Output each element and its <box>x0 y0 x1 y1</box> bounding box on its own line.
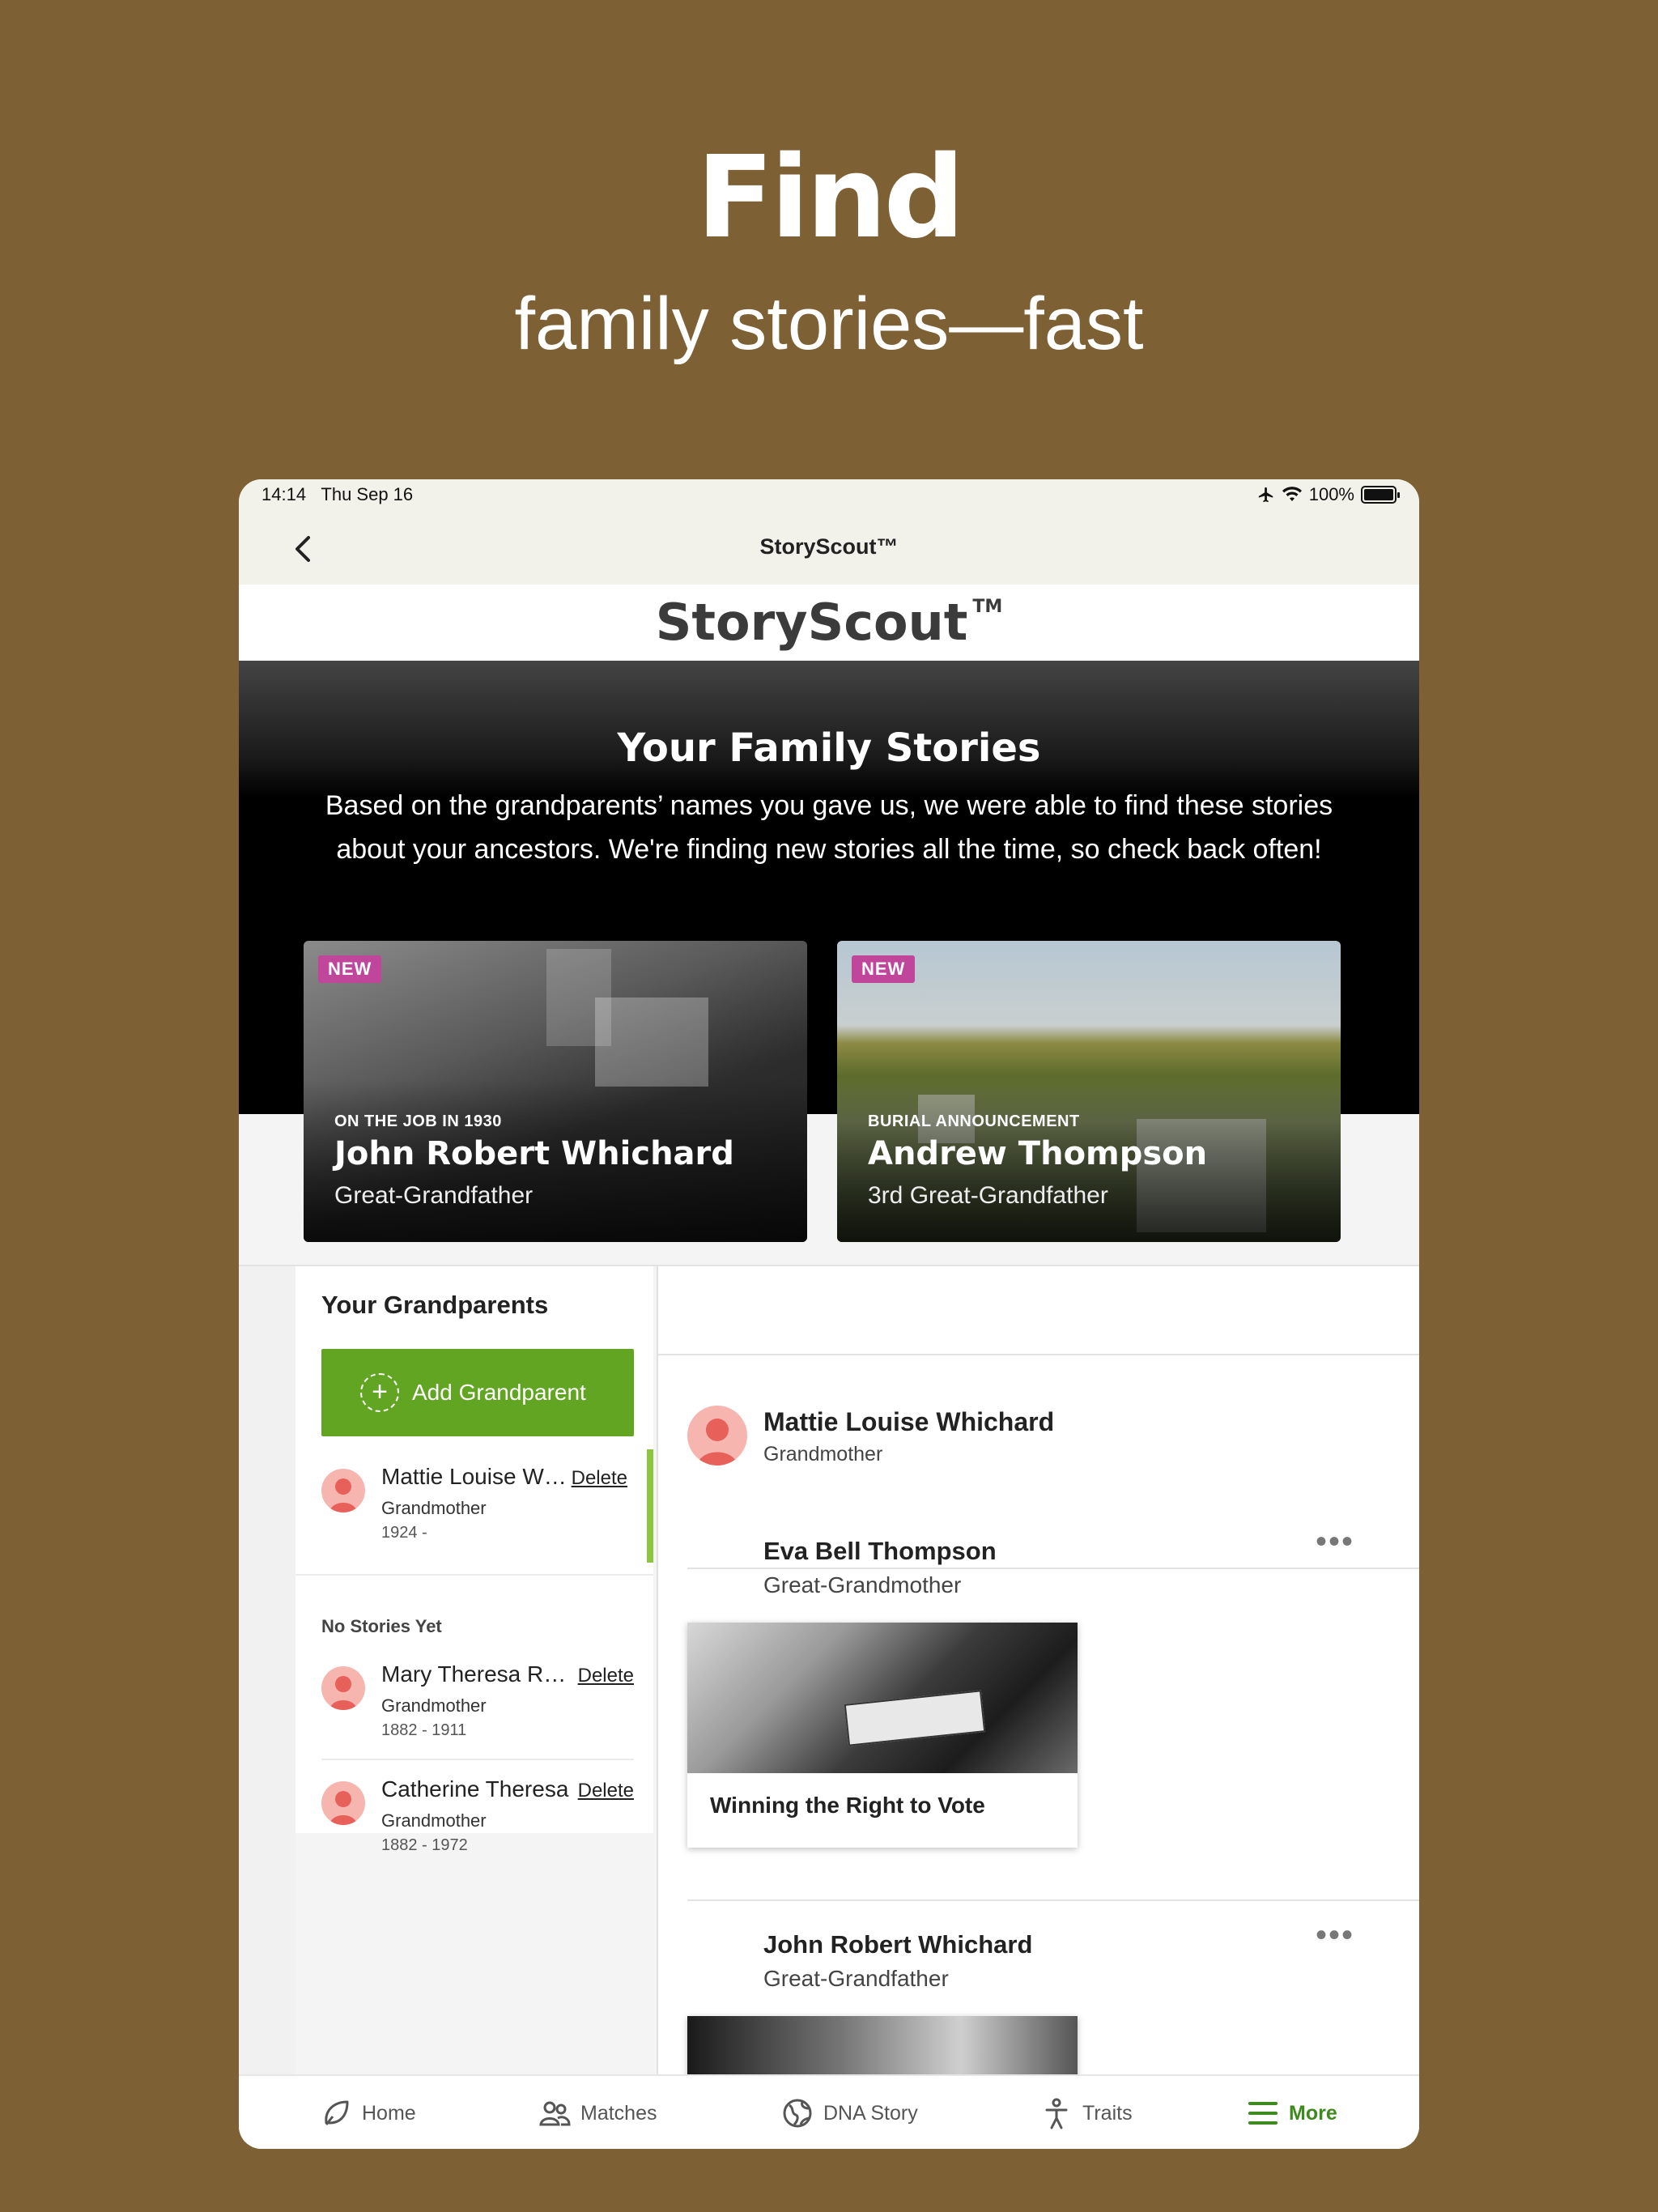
delete-link[interactable]: Delete <box>578 1665 634 1687</box>
tab-label: More <box>1289 2101 1337 2125</box>
avatar-icon <box>321 1666 365 1710</box>
row-divider <box>321 1759 634 1760</box>
story-ancestor-name: Andrew Thompson <box>868 1135 1208 1172</box>
tab-bar: Home Matches DNA Story Traits More <box>239 2074 1419 2149</box>
ancestor-name: Eva Bell Thompson <box>763 1537 997 1565</box>
grandparent-years: 1882 - 1972 <box>381 1836 468 1854</box>
avatar-icon <box>687 1406 747 1465</box>
suffrage-photo <box>687 1623 1078 1773</box>
promo-subtitle: family stories—fast <box>514 283 1144 365</box>
more-options-icon[interactable]: ••• <box>1316 1919 1354 1951</box>
wifi-icon <box>1282 487 1302 501</box>
grandparent-relation: Grandmother <box>381 1695 487 1716</box>
menu-icon <box>1248 2102 1278 2125</box>
add-grandparent-label: Add Grandparent <box>412 1380 586 1405</box>
tab-matches[interactable]: Matches <box>538 2097 657 2129</box>
status-date: Thu Sep 16 <box>321 484 414 504</box>
grandparents-panel: Your Grandparents + Add Grandparent Matt… <box>295 1266 653 1854</box>
logo-text: StoryScout <box>655 593 968 652</box>
more-options-icon[interactable]: ••• <box>1316 1525 1354 1558</box>
avatar-icon <box>321 1781 365 1825</box>
person-icon <box>1045 2098 1068 2129</box>
grandparent-name: Catherine Theresa <box>381 1776 569 1802</box>
story-thumbnail[interactable]: Winning the Right to Vote <box>687 1623 1078 1848</box>
grandparent-relation: Grandmother <box>381 1810 487 1831</box>
new-badge: NEW <box>852 955 916 983</box>
add-grandparent-button[interactable]: + Add Grandparent <box>321 1349 634 1436</box>
ancestor-relation: Great-Grandfather <box>763 1966 949 1991</box>
avatar-icon <box>321 1469 365 1512</box>
detail-top-divider <box>658 1354 1419 1355</box>
story-relation: Great-Grandfather <box>334 1182 534 1209</box>
ancestor-relation: Great-Grandmother <box>763 1572 962 1597</box>
selected-grandparent-relation: Grandmother <box>763 1443 883 1465</box>
story-thumbnail[interactable] <box>687 2016 1078 2076</box>
people-icon <box>539 2101 571 2126</box>
tab-label: Matches <box>580 2101 657 2125</box>
battery-percent: 100% <box>1308 484 1354 504</box>
tab-more[interactable]: More <box>1247 2097 1337 2129</box>
tab-dna-story[interactable]: DNA Story <box>781 2097 918 2129</box>
detail-panel: Mattie Louise Whichard Grandmother Eva B… <box>658 1266 1419 2076</box>
tab-label: Traits <box>1082 2101 1133 2125</box>
grandparent-years: 1882 - 1911 <box>381 1721 467 1739</box>
row-divider <box>295 1574 653 1576</box>
featured-stories: NEW ON THE JOB IN 1930 John Robert Which… <box>304 941 1356 1242</box>
storyscout-logo: StoryScout TM <box>656 593 1003 652</box>
grandparent-item[interactable]: Mary Theresa Ross Delete Grandmother 188… <box>295 1647 653 1760</box>
story-photo <box>687 2016 1078 2076</box>
tab-home[interactable]: Home <box>320 2097 416 2129</box>
left-gutter <box>239 1266 295 2076</box>
grandparent-relation: Grandmother <box>381 1498 487 1518</box>
story-title: Winning the Right to Vote <box>710 1793 985 1818</box>
story-kicker: BURIAL ANNOUNCEMENT <box>868 1112 1080 1130</box>
story-kicker: ON THE JOB IN 1930 <box>334 1112 502 1130</box>
status-bar: 14:14 Thu Sep 16 100% <box>239 479 1419 513</box>
grandparent-name: Mattie Louise Whichard <box>381 1464 576 1489</box>
story-ancestor-name: John Robert Whichard <box>334 1135 734 1172</box>
globe-icon <box>783 2099 812 2128</box>
brand-bar: StoryScout TM <box>239 585 1419 661</box>
ancestor-name: John Robert Whichard <box>763 1930 1033 1959</box>
logo-tm: TM <box>972 597 1003 617</box>
device-screen: 14:14 Thu Sep 16 100% StoryScout™ StoryS… <box>239 479 1419 2149</box>
delete-link[interactable]: Delete <box>572 1467 627 1490</box>
tab-traits[interactable]: Traits <box>1040 2097 1133 2129</box>
hero-description: Based on the grandparents’ names you gav… <box>325 790 1333 865</box>
typewriter-image-shape <box>595 998 708 1087</box>
delete-link[interactable]: Delete <box>578 1780 634 1802</box>
hero-title: Your Family Stories <box>617 725 1041 771</box>
promo-title: Find <box>696 132 965 264</box>
grandparent-item[interactable]: Mattie Louise Whichard Delete Grandmothe… <box>295 1449 653 1563</box>
status-clock: 14:14 <box>261 484 307 504</box>
tab-label: DNA Story <box>823 2101 918 2125</box>
story-relation: 3rd Great-Grandfather <box>868 1182 1108 1209</box>
status-indicators: 100% <box>1257 484 1400 505</box>
grandparents-heading: Your Grandparents <box>321 1291 549 1319</box>
banner-shape <box>844 1690 986 1746</box>
grandparent-name: Mary Theresa Ross <box>381 1661 576 1687</box>
no-stories-heading: No Stories Yet <box>321 1616 442 1636</box>
grandparent-item[interactable]: Catherine Theresa Delete Grandmother 188… <box>295 1762 653 1875</box>
airplane-icon <box>1258 487 1273 503</box>
status-time: 14:14 Thu Sep 16 <box>261 484 413 505</box>
grandparent-years: 1924 - <box>381 1524 427 1542</box>
selected-grandparent-name: Mattie Louise Whichard <box>763 1407 1055 1436</box>
nav-bar: StoryScout™ <box>239 513 1419 585</box>
battery-level <box>1364 489 1393 500</box>
home-leaf-icon <box>325 2100 349 2125</box>
nav-title: StoryScout™ <box>759 534 899 559</box>
plus-icon: + <box>360 1373 399 1412</box>
battery-icon <box>1361 486 1400 504</box>
new-badge: NEW <box>318 955 382 983</box>
tab-label: Home <box>362 2101 416 2125</box>
story-card[interactable]: NEW BURIAL ANNOUNCEMENT Andrew Thompson … <box>837 941 1341 1242</box>
ancestor-divider <box>687 1899 1419 1901</box>
story-card[interactable]: NEW ON THE JOB IN 1930 John Robert Which… <box>304 941 807 1242</box>
